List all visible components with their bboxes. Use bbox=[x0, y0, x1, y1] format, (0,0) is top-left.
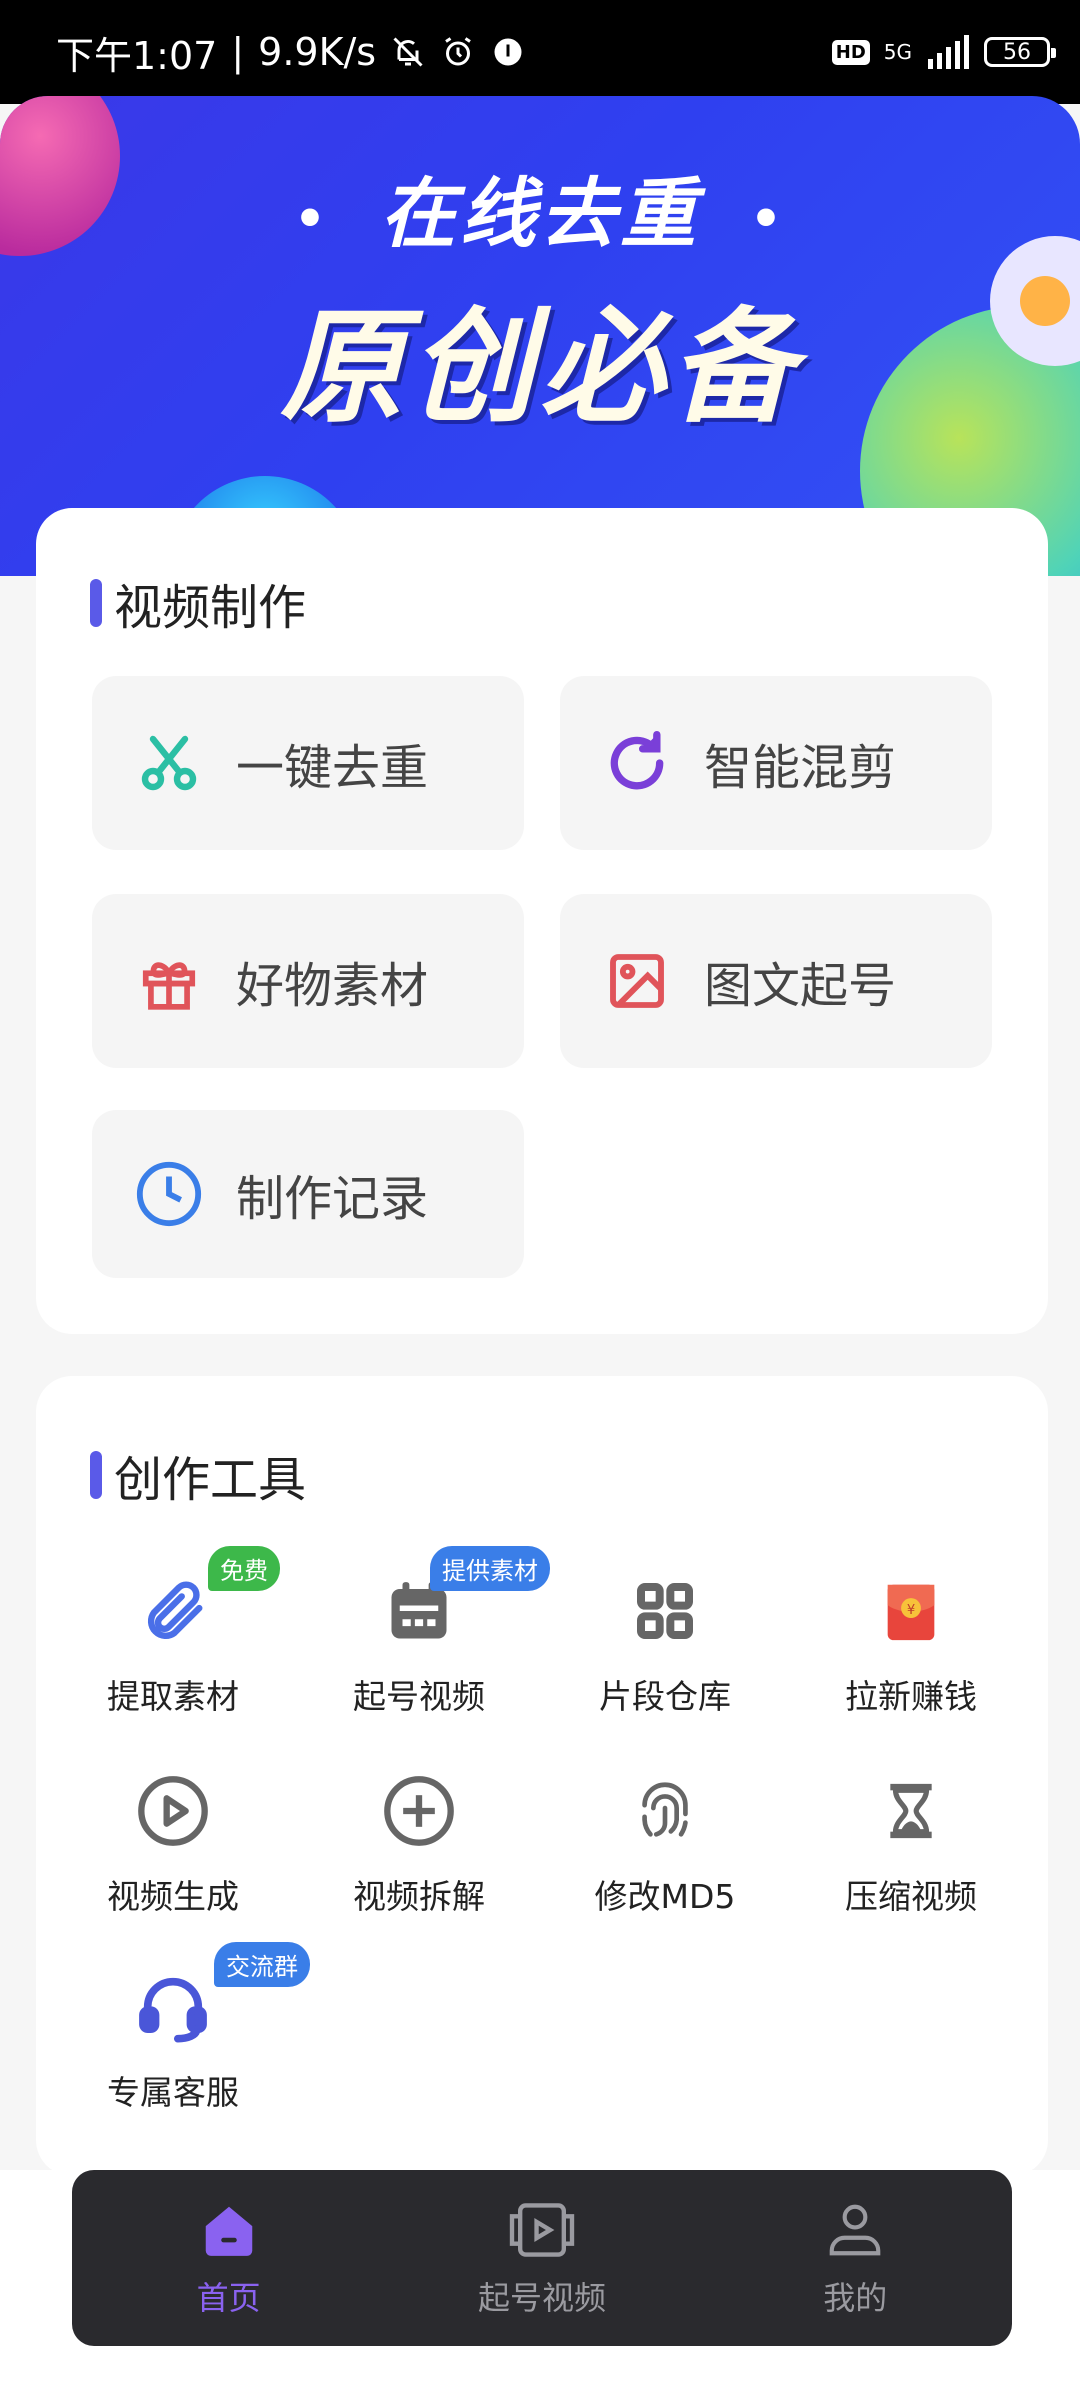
tile-good-materials[interactable]: 好物素材 bbox=[92, 894, 524, 1068]
nav-profile[interactable]: 我的 bbox=[735, 2197, 975, 2319]
tool-extract-materials[interactable]: 免费 提取素材 bbox=[50, 1546, 296, 1718]
bell-muted-icon bbox=[393, 37, 423, 67]
creation-tools-card: 创作工具 免费 提取素材 提供素材 起号视频 片段仓库 ¥ 拉新赚钱 视频生成 … bbox=[36, 1376, 1048, 2176]
battery-indicator: 56 bbox=[984, 37, 1056, 67]
tile-smart-mix[interactable]: 智能混剪 bbox=[560, 676, 992, 850]
tag-group-chat: 交流群 bbox=[214, 1942, 310, 1987]
user-icon bbox=[822, 2197, 888, 2263]
tag-materials-provided: 提供素材 bbox=[430, 1546, 550, 1591]
tool-invite-earn[interactable]: ¥ 拉新赚钱 bbox=[788, 1572, 1034, 1718]
home-icon bbox=[196, 2197, 262, 2263]
gift-icon bbox=[134, 946, 204, 1016]
fingerprint-icon bbox=[626, 1772, 704, 1850]
notification-dot-icon bbox=[494, 38, 522, 66]
signal-icon bbox=[928, 35, 969, 69]
nav-home[interactable]: 首页 bbox=[109, 2197, 349, 2319]
coin-icon bbox=[1020, 276, 1070, 326]
hero-banner[interactable]: • 在线去重 • 原创必备 bbox=[0, 96, 1080, 576]
status-time: 下午1:07 bbox=[56, 33, 218, 78]
tag-free: 免费 bbox=[208, 1546, 280, 1591]
title-accent-bar bbox=[90, 1451, 102, 1499]
headset-icon bbox=[134, 1968, 212, 2046]
plus-circle-icon bbox=[380, 1772, 458, 1850]
svg-text:¥: ¥ bbox=[907, 1603, 915, 1618]
banner-subtitle: • 在线去重 • bbox=[294, 169, 786, 258]
network-type: 5G bbox=[883, 40, 912, 64]
red-envelope-icon: ¥ bbox=[872, 1572, 950, 1650]
section-title: 创作工具 bbox=[90, 1440, 306, 1510]
status-divider: | bbox=[231, 30, 245, 74]
grid-icon bbox=[626, 1572, 704, 1650]
paperclip-icon bbox=[134, 1572, 212, 1650]
tile-image-text[interactable]: 图文起号 bbox=[560, 894, 992, 1068]
hourglass-icon bbox=[872, 1772, 950, 1850]
tile-records[interactable]: 制作记录 bbox=[92, 1110, 524, 1278]
section-title: 视频制作 bbox=[90, 568, 306, 638]
battery-level: 56 bbox=[1003, 39, 1031, 65]
video-icon bbox=[509, 2197, 575, 2263]
tool-customer-service[interactable]: 交流群 专属客服 bbox=[50, 1942, 310, 2114]
nav-account-video[interactable]: 起号视频 bbox=[422, 2197, 662, 2319]
refresh-icon bbox=[602, 728, 672, 798]
tool-compress-video[interactable]: 压缩视频 bbox=[788, 1772, 1034, 1918]
title-accent-bar bbox=[90, 579, 102, 627]
tool-video-generate[interactable]: 视频生成 bbox=[50, 1772, 296, 1918]
image-icon bbox=[602, 946, 672, 1016]
bottom-navigation: 首页 起号视频 我的 bbox=[72, 2170, 1012, 2346]
hd-badge: HD bbox=[831, 39, 870, 65]
status-bar: 下午1:07 | 9.9K/s HD 5G 56 bbox=[0, 0, 1080, 104]
video-production-card: 视频制作 一键去重 智能混剪 好物素材 图文起号 制作记录 bbox=[36, 508, 1048, 1334]
tool-video-breakdown[interactable]: 视频拆解 bbox=[296, 1772, 542, 1918]
play-circle-icon bbox=[134, 1772, 212, 1850]
clock-icon bbox=[134, 1159, 204, 1229]
tile-dedupe[interactable]: 一键去重 bbox=[92, 676, 524, 850]
alarm-icon bbox=[445, 37, 471, 66]
banner-title: 原创必备 bbox=[279, 296, 800, 440]
tool-clip-library[interactable]: 片段仓库 bbox=[542, 1572, 788, 1718]
scissors-icon bbox=[134, 728, 204, 798]
tool-account-video[interactable]: 提供素材 起号视频 bbox=[296, 1546, 550, 1718]
tool-modify-md5[interactable]: 修改MD5 bbox=[542, 1772, 788, 1918]
network-speed: 9.9K/s bbox=[258, 30, 377, 74]
